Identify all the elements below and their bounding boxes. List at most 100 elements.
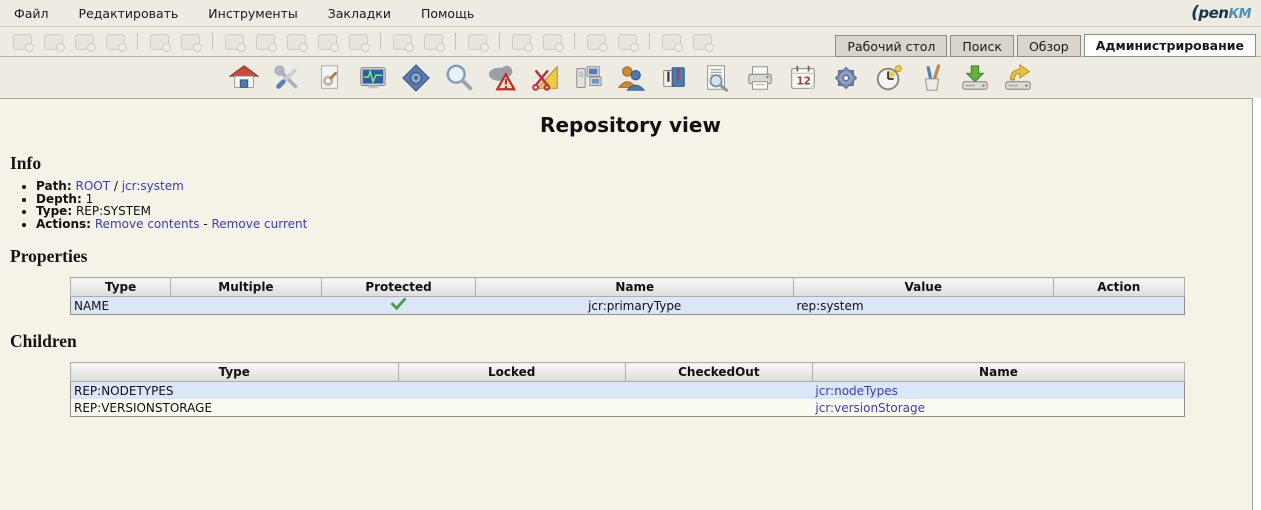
checkin-document-icon (287, 33, 308, 52)
delete-icon (349, 33, 370, 52)
col-type: Type (70, 362, 399, 382)
info-path-item: Path: ROOT / jcr:system (36, 180, 1261, 193)
cancel-checkout-icon (318, 33, 339, 52)
go-home-icon (618, 33, 639, 52)
col-name: Name (811, 362, 1186, 382)
report-icon[interactable] (700, 61, 733, 95)
application-window: Файл Редактировать Инструменты Закладки … (0, 0, 1261, 510)
info-actions-item: Actions: Remove contents - Remove curren… (36, 217, 1261, 231)
toolbar-separator (137, 33, 138, 50)
svg-text:12: 12 (796, 75, 810, 87)
child-type-cell: REP:VERSIONSTORAGE (74, 400, 213, 415)
create-folder-icon (13, 33, 34, 52)
toolbar-separator (574, 33, 575, 50)
admin-icon-tray: 12 (0, 57, 1261, 99)
toolbar-separator (455, 33, 456, 50)
children-heading: Children (10, 331, 77, 351)
toolbar-separator (212, 33, 213, 50)
add-document-icon (225, 33, 246, 52)
scheduler-clock-icon[interactable] (872, 61, 905, 95)
menu-bookmarks[interactable]: Закладки (324, 3, 395, 24)
download-pdf-icon (106, 33, 127, 52)
error-cloud-icon[interactable] (485, 61, 518, 95)
calendar-icon[interactable]: 12 (786, 61, 819, 95)
add-note-icon (662, 33, 683, 52)
info-heading: Info (10, 153, 42, 173)
child-checkedout-cell (625, 382, 812, 400)
main-tab-bar: Рабочий стол Поиск Обзор Администрирован… (832, 34, 1256, 57)
remove-note-icon (693, 33, 714, 52)
gear-icon[interactable] (829, 61, 862, 95)
toolbar-separator (649, 33, 650, 50)
openkm-logo: (penКМ (1191, 3, 1251, 23)
tab-desktop[interactable]: Рабочий стол (835, 35, 948, 57)
menu-help[interactable]: Помощь (417, 3, 478, 24)
menu-file[interactable]: Файл (10, 3, 53, 24)
tool-bar: Рабочий стол Поиск Обзор Администрирован… (0, 27, 1261, 57)
checkout-document-icon (256, 33, 277, 52)
jcr-versionstorage-link[interactable]: jcr:versionStorage (815, 401, 925, 415)
remove-subscription-icon (543, 33, 564, 52)
child-locked-cell (398, 399, 625, 417)
search-icon[interactable] (442, 61, 475, 95)
remove-contents-link[interactable]: Remove contents (95, 217, 200, 231)
property-value-cell: rep:system (796, 298, 864, 313)
property-name-cell: jcr:primaryType (588, 298, 682, 313)
home-icon[interactable] (227, 61, 260, 95)
jcr-system-link[interactable]: jcr:system (122, 179, 184, 193)
property-protected-cell (321, 297, 476, 315)
utilities-scissors-icon[interactable] (528, 61, 561, 95)
menu-edit[interactable]: Редактировать (75, 3, 183, 24)
children-table: Type Locked CheckedOut Name REP:NODETYPE… (70, 362, 1186, 417)
unlock-icon (181, 33, 202, 52)
export-drive-icon[interactable] (1001, 61, 1034, 95)
add-property-group-icon (393, 33, 414, 52)
property-multiple-cell (171, 297, 321, 315)
menu-tools[interactable]: Инструменты (204, 3, 301, 24)
col-type: Type (69, 277, 172, 297)
remove-property-group-icon (424, 33, 445, 52)
child-locked-cell (398, 382, 625, 400)
property-action-cell (1053, 297, 1184, 315)
lock-icon (150, 33, 171, 52)
content-scroll-edge[interactable] (1252, 98, 1261, 510)
tab-administration[interactable]: Администрирование (1083, 34, 1256, 57)
properties-heading: Properties (10, 246, 88, 266)
table-row: REP:VERSIONSTORAGE jcr:versionStorage (70, 399, 1185, 417)
jcr-nodetypes-link[interactable]: jcr:nodeTypes (815, 384, 897, 398)
toolbar-separator (499, 33, 500, 50)
users-icon[interactable] (614, 61, 647, 95)
download-document-icon (75, 33, 96, 52)
table-row: NAME jcr:primaryType rep:system (70, 296, 1185, 315)
info-list: Path: ROOT / jcr:system Depth: 1 Type: R… (20, 180, 1261, 230)
col-name: Name (475, 277, 794, 297)
child-name-cell: jcr:nodeTypes (812, 382, 1184, 400)
col-action: Action (1052, 277, 1186, 297)
printer-icon[interactable] (743, 61, 776, 95)
children-header-row: Type Locked CheckedOut Name (70, 362, 1186, 382)
info-depth-item: Depth: 1 (36, 192, 1261, 206)
tab-search[interactable]: Поиск (950, 35, 1014, 57)
properties-table: Type Multiple Protected Name Value Actio… (69, 277, 1186, 315)
system-monitor-icon[interactable] (356, 61, 389, 95)
tools-icon[interactable] (270, 61, 303, 95)
remove-current-link[interactable]: Remove current (212, 217, 308, 231)
toolbar-separator (380, 33, 381, 50)
col-multiple: Multiple (170, 277, 322, 297)
add-subscription-icon (512, 33, 533, 52)
stats-computers-icon[interactable] (571, 61, 604, 95)
start-workflow-icon (468, 33, 489, 52)
col-locked: Locked (397, 362, 626, 382)
tab-dashboard[interactable]: Обзор (1016, 35, 1081, 57)
col-protected: Protected (320, 277, 477, 297)
import-drive-icon[interactable] (958, 61, 991, 95)
protected-check-icon (391, 297, 407, 311)
workflow-diamond-icon[interactable] (399, 61, 432, 95)
pens-cup-icon[interactable] (915, 61, 948, 95)
col-value: Value (792, 277, 1054, 297)
script-document-icon[interactable] (313, 61, 346, 95)
properties-header-row: Type Multiple Protected Name Value Actio… (69, 277, 1186, 297)
col-checkedout: CheckedOut (624, 362, 813, 382)
profiles-shirts-icon[interactable] (657, 61, 690, 95)
page-title: Repository view (540, 113, 721, 137)
